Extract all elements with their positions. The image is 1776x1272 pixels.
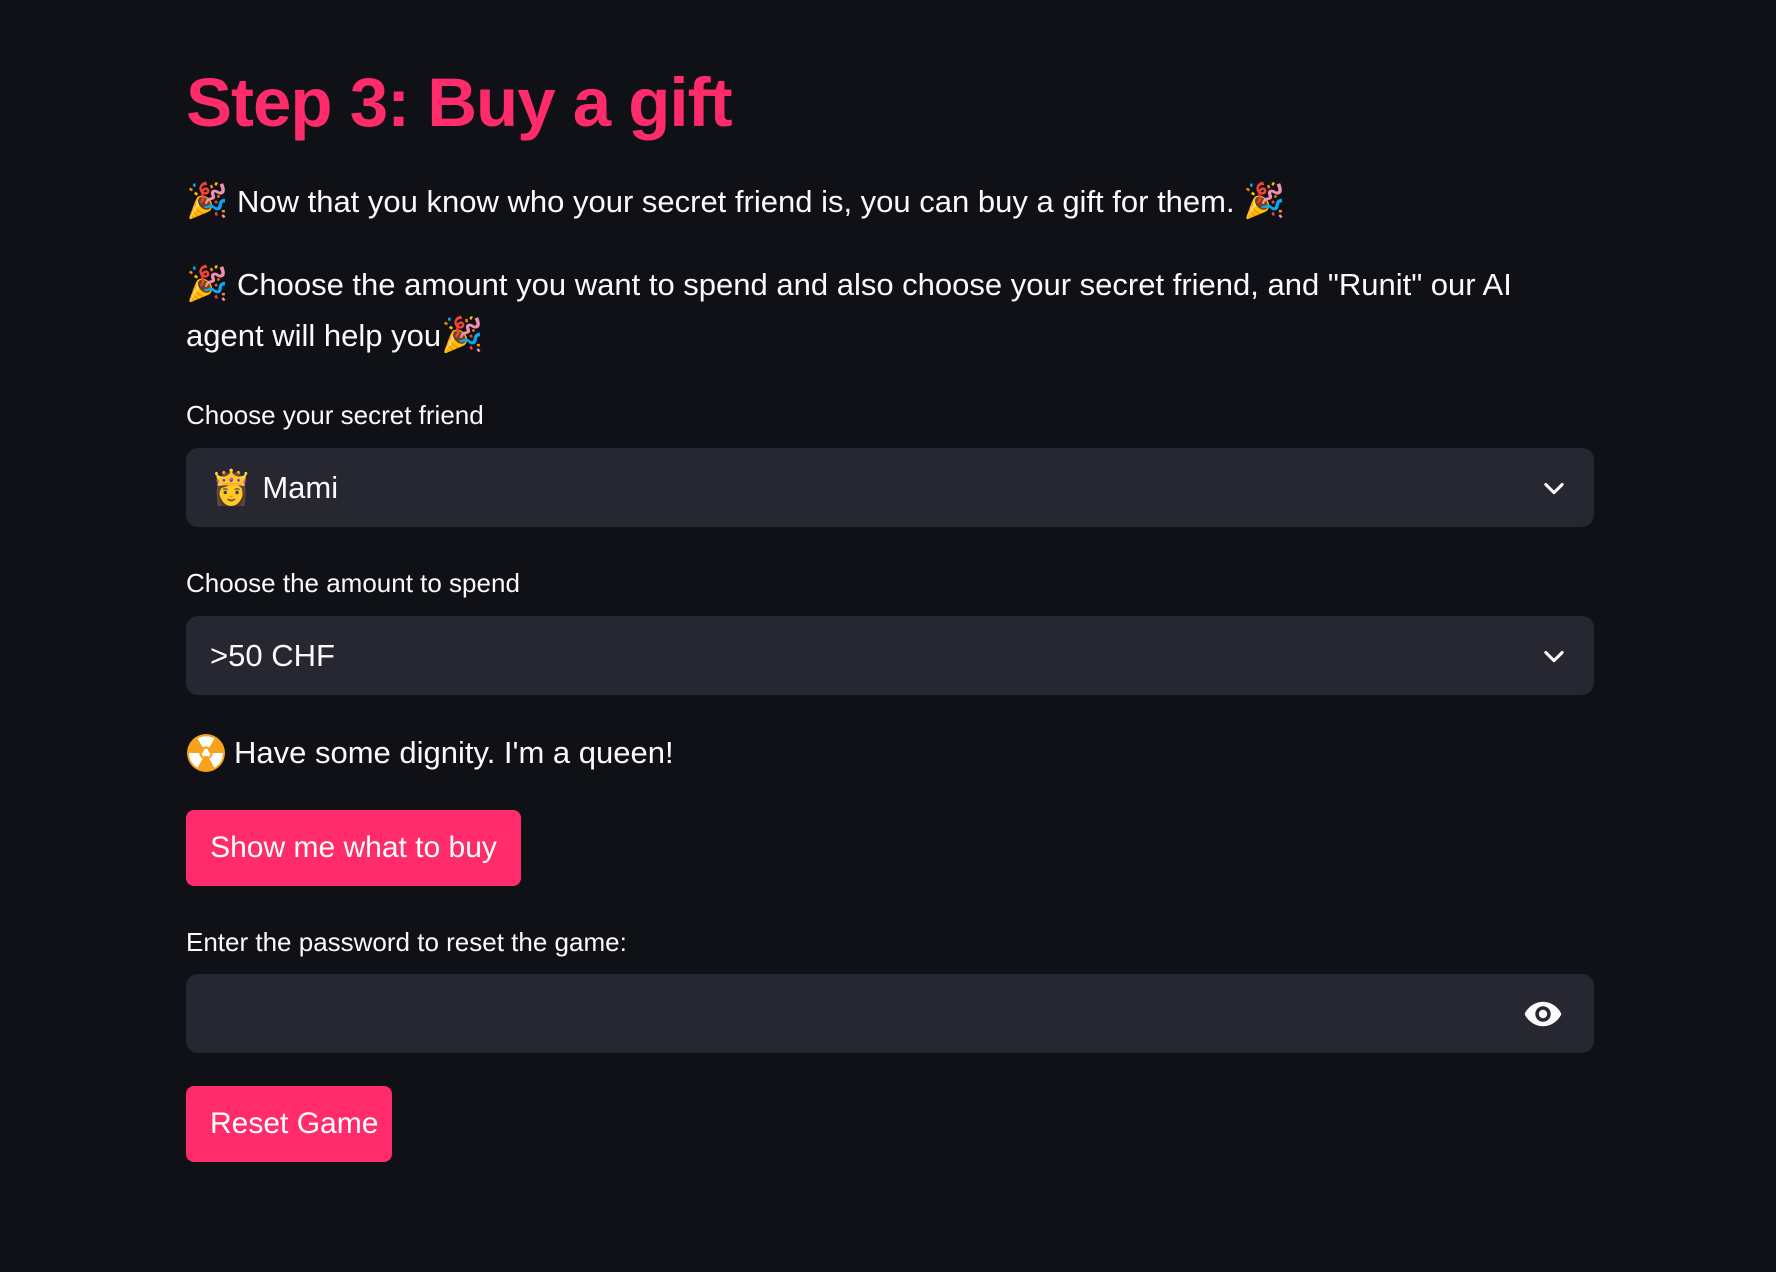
warning-message: Have some dignity. I'm a queen! [186,727,674,778]
eye-icon[interactable] [1522,993,1564,1035]
intro-text: Now that you know who your secret friend… [228,184,1244,219]
party-popper-icon: 🎉 [186,265,229,303]
friend-select-value: 👸 Mami [210,468,338,508]
show-me-what-to-buy-button[interactable]: Show me what to buy [186,810,521,886]
friend-select[interactable]: 👸 Mami [186,448,1594,527]
amount-value: >50 CHF [210,637,335,673]
password-input[interactable] [210,995,1522,1032]
amount-select[interactable]: >50 CHF [186,616,1594,695]
intro-paragraph: 🎉 Now that you know who your secret frie… [186,176,1286,227]
instructions-paragraph: 🎉 Choose the amount you want to spend an… [186,259,1594,361]
party-popper-icon: 🎉 [186,182,229,220]
amount-select-label: Choose the amount to spend [186,568,520,598]
party-popper-icon: 🎉 [1243,182,1286,220]
chevron-down-icon[interactable] [1540,474,1568,502]
amount-select-value: >50 CHF [210,638,335,674]
friend-name: Mami [262,469,339,505]
radioactive-icon [187,733,225,772]
password-field[interactable] [186,974,1594,1053]
warning-text: Have some dignity. I'm a queen! [234,735,674,770]
instructions-text: Choose the amount you want to spend and … [186,267,1512,353]
password-label: Enter the password to reset the game: [186,927,627,957]
page-title: Step 3: Buy a gift [186,64,733,141]
party-popper-icon: 🎉 [441,316,484,354]
princess-icon: 👸 [210,468,253,507]
reset-game-button[interactable]: Reset Game [186,1086,392,1162]
friend-select-label: Choose your secret friend [186,400,484,430]
chevron-down-icon[interactable] [1540,642,1568,670]
